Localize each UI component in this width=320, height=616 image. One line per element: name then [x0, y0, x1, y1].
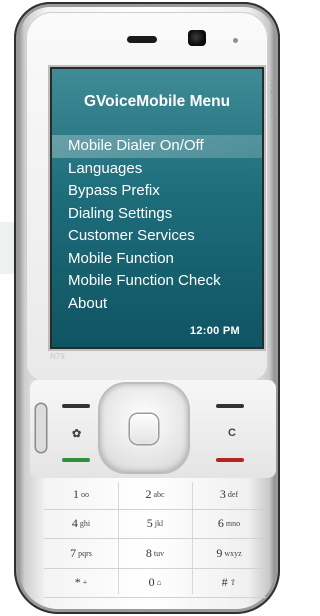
- key-1[interactable]: 1 oo: [44, 480, 118, 510]
- light-sensor: [233, 38, 238, 43]
- phone-screen: GVoiceMobile Menu Mobile Dialer On/Off L…: [50, 67, 264, 349]
- key-letters: pqrs: [78, 548, 92, 558]
- key-number: 4: [71, 516, 78, 531]
- key-letters: mno: [225, 519, 241, 529]
- call-key[interactable]: [62, 458, 90, 462]
- left-softkey[interactable]: [62, 404, 90, 408]
- key-hash[interactable]: # ⇧: [192, 569, 266, 598]
- right-softkey[interactable]: [216, 404, 244, 408]
- key-star[interactable]: * +: [44, 569, 118, 598]
- menu-item-customer-services[interactable]: Customer Services: [52, 225, 262, 248]
- key-5[interactable]: 5 jkl: [118, 510, 192, 539]
- clear-icon[interactable]: C: [228, 427, 236, 439]
- menu-item-dialing-settings[interactable]: Dialing Settings: [52, 203, 262, 226]
- key-number: 2: [145, 486, 152, 501]
- key-number: 8: [145, 545, 152, 560]
- key-letters: ghi: [79, 519, 91, 529]
- key-3[interactable]: 3 def: [192, 480, 266, 510]
- key-number: 3: [219, 486, 226, 501]
- key-number: 0: [148, 575, 155, 590]
- earpiece-speaker: [127, 36, 157, 43]
- select-center-key[interactable]: [130, 414, 158, 444]
- key-letters: abc: [153, 489, 165, 499]
- key-letters: +: [82, 578, 88, 588]
- key-2[interactable]: 2 abc: [118, 480, 192, 510]
- key-number: 1: [73, 486, 79, 501]
- status-clock: 12:00 PM: [189, 325, 240, 337]
- menu-item-mobile-function-check[interactable]: Mobile Function Check: [52, 270, 262, 293]
- key-6[interactable]: 6 mno: [192, 510, 266, 539]
- key-8[interactable]: 8 tuv: [118, 539, 192, 569]
- side-key[interactable]: [36, 404, 46, 452]
- menu-item-mobile-function[interactable]: Mobile Function: [52, 248, 262, 271]
- model-label: N79: [50, 352, 65, 361]
- key-letters: wxyz: [224, 548, 242, 558]
- menu-icon[interactable]: ✿: [72, 427, 81, 440]
- key-number: 6: [217, 516, 224, 531]
- key-letters: tuv: [153, 548, 165, 558]
- key-7[interactable]: 7 pqrs: [44, 539, 118, 569]
- key-number: 9: [216, 545, 223, 560]
- menu-item-about[interactable]: About: [52, 293, 262, 316]
- menu-item-languages[interactable]: Languages: [52, 158, 262, 181]
- key-number: #: [221, 575, 228, 590]
- key-letters: def: [227, 489, 239, 499]
- brand-logo: NOKIA: [269, 80, 279, 119]
- menu-list: Mobile Dialer On/Off Languages Bypass Pr…: [52, 135, 262, 315]
- menu-item-bypass-prefix[interactable]: Bypass Prefix: [52, 180, 262, 203]
- key-number: 5: [146, 516, 153, 531]
- key-4[interactable]: 4 ghi: [44, 510, 118, 539]
- key-number: 7: [70, 545, 77, 560]
- menu-title: GVoiceMobile Menu: [83, 93, 231, 110]
- key-0[interactable]: 0 ⌂: [118, 569, 192, 598]
- key-letters: oo: [81, 489, 89, 499]
- menu-item-mobile-dialer-on-off[interactable]: Mobile Dialer On/Off: [52, 135, 262, 158]
- key-letters: ⇧: [229, 578, 237, 588]
- end-call-key[interactable]: [216, 458, 244, 462]
- key-number: *: [74, 575, 81, 590]
- key-9[interactable]: 9 wxyz: [192, 539, 266, 569]
- key-letters: ⌂: [156, 578, 162, 588]
- front-camera-icon: [188, 30, 206, 46]
- key-letters: jkl: [154, 519, 164, 529]
- numeric-keypad: 1 oo 2 abc 3 def 4 ghi 5 jkl 6 mno 7 pqrs 8 tuv …: [44, 480, 266, 598]
